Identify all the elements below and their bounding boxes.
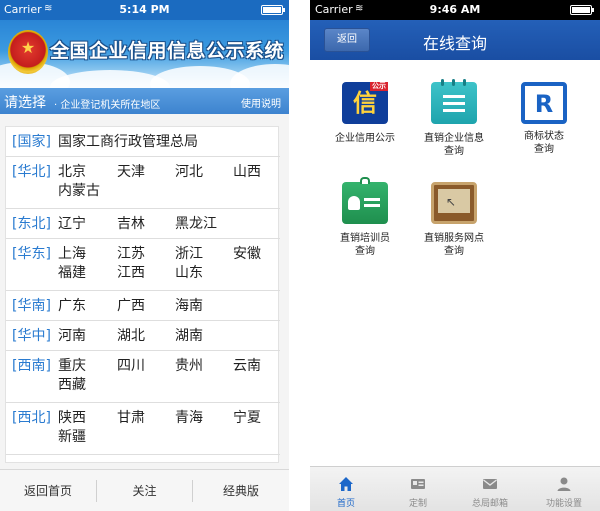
tab-bar: 首页 定制 总局邮箱 功能设置 bbox=[310, 466, 600, 511]
region-selector-header: 请选择 · 企业登记机关所在地区 使用说明 bbox=[0, 88, 289, 114]
province-link[interactable]: 贵州 bbox=[175, 355, 203, 375]
province-link[interactable]: 辽宁 bbox=[58, 213, 86, 233]
home-button[interactable]: 返回首页 bbox=[0, 470, 96, 511]
province-link[interactable]: 山西 bbox=[233, 161, 261, 181]
right-screen: Carrier ≋ 9:46 AM 返回 在线查询 信 公示 企业信用公示 直销… bbox=[310, 0, 600, 511]
query-grid: 信 公示 企业信用公示 直销企业信息 查询 R 商标状态 查询 直销培训员 查询… bbox=[310, 60, 600, 466]
screen-divider bbox=[289, 0, 310, 511]
province-link[interactable]: 重庆 bbox=[58, 355, 86, 375]
credit-icon: 信 公示 bbox=[342, 82, 388, 124]
status-bar: Carrier ≋ 5:14 PM bbox=[0, 0, 289, 20]
province-link[interactable]: 上海 bbox=[58, 243, 86, 263]
page-title: 在线查询 bbox=[422, 34, 487, 53]
item-label: 商标状态 查询 bbox=[524, 131, 564, 155]
region-row: [华北] 北京 天津 河北 山西内蒙古 bbox=[6, 157, 280, 209]
national-emblem-icon bbox=[8, 30, 48, 74]
province-link[interactable]: 江西 bbox=[117, 262, 145, 282]
trademark-status-button[interactable]: R 商标状态 查询 bbox=[498, 82, 590, 156]
region-row: [华东] 上海 江苏 浙江 安徽福建 江西 山东 bbox=[6, 239, 280, 291]
navigation-bar: 返回 在线查询 bbox=[310, 20, 600, 60]
province-link[interactable]: 天津 bbox=[117, 161, 145, 181]
custom-card-icon bbox=[411, 479, 425, 489]
province-link[interactable]: 广西 bbox=[117, 295, 145, 315]
help-link[interactable]: 使用说明 bbox=[241, 95, 281, 110]
item-label: 直销企业信息 查询 bbox=[424, 133, 484, 157]
province-link[interactable]: 甘肃 bbox=[117, 407, 145, 427]
direct-sales-outlet-button[interactable]: ↖ 直销服务网点 查询 bbox=[408, 182, 500, 258]
credit-tag: 公示 bbox=[370, 82, 388, 91]
province-link[interactable]: 湖南 bbox=[175, 325, 203, 345]
region-row: [西南] 重庆 四川 贵州 云南西藏 bbox=[6, 351, 280, 403]
item-label: 企业信用公示 bbox=[335, 133, 395, 144]
notebook-icon bbox=[431, 79, 477, 124]
province-link[interactable]: 西藏 bbox=[58, 374, 86, 394]
mail-icon bbox=[483, 479, 497, 489]
bottom-toolbar: 返回首页 关注 经典版 bbox=[0, 469, 289, 511]
province-link[interactable]: 海南 bbox=[175, 295, 203, 315]
province-link[interactable]: 吉林 bbox=[117, 213, 145, 233]
region-row: [华中] 河南 湖北 湖南 bbox=[6, 321, 280, 351]
province-link[interactable]: 广东 bbox=[58, 295, 86, 315]
region-label: [西南] bbox=[12, 358, 51, 374]
status-bar: Carrier ≋ 9:46 AM bbox=[310, 0, 600, 20]
province-link[interactable]: 河北 bbox=[175, 161, 203, 181]
province-link[interactable]: 浙江 bbox=[175, 243, 203, 263]
direct-sales-enterprise-button[interactable]: 直销企业信息 查询 bbox=[408, 79, 500, 158]
left-screen: Carrier ≋ 5:14 PM 全国企业信用信息公示系统 请选择 · 企业登… bbox=[0, 0, 289, 511]
classic-version-button[interactable]: 经典版 bbox=[193, 470, 289, 511]
region-row: [东北] 辽宁 吉林 黑龙江 bbox=[6, 209, 280, 239]
province-link[interactable]: 湖北 bbox=[117, 325, 145, 345]
choose-hint: · 企业登记机关所在地区 bbox=[54, 100, 161, 111]
registered-trademark-icon: R bbox=[521, 82, 567, 124]
item-label: 直销培训员 查询 bbox=[340, 233, 390, 257]
region-list: [国家] 国家工商行政管理总局 [华北] 北京 天津 河北 山西内蒙古 [东北] 辽宁 吉林 黑龙江… bbox=[5, 126, 280, 463]
province-link[interactable]: 国家工商行政管理总局 bbox=[58, 131, 198, 151]
province-link[interactable]: 福建 bbox=[58, 262, 86, 282]
region-row: [国家] 国家工商行政管理总局 bbox=[6, 127, 280, 157]
region-label: [华东] bbox=[12, 246, 51, 262]
clock: 5:14 PM bbox=[119, 3, 170, 16]
region-label: [东北] bbox=[12, 216, 51, 232]
province-link[interactable]: 宁夏 bbox=[233, 407, 261, 427]
province-link[interactable]: 江苏 bbox=[117, 243, 145, 263]
app-title: 全国企业信用信息公示系统 bbox=[50, 40, 285, 62]
province-link[interactable]: 内蒙古 bbox=[58, 180, 100, 200]
province-link[interactable]: 黑龙江 bbox=[175, 213, 217, 233]
home-icon bbox=[339, 477, 353, 491]
region-list-area: [国家] 国家工商行政管理总局 [华北] 北京 天津 河北 山西内蒙古 [东北] 辽宁 吉林 黑龙江… bbox=[0, 114, 289, 469]
province-link[interactable]: 山东 bbox=[175, 262, 203, 282]
follow-button[interactable]: 关注 bbox=[97, 470, 192, 511]
region-row: [西北] 陕西 甘肃 青海 宁夏新疆 bbox=[6, 403, 280, 455]
region-label: [西北] bbox=[12, 410, 51, 426]
region-label: [国家] bbox=[12, 134, 51, 150]
region-label: [华南] bbox=[12, 298, 51, 314]
choose-label: 请选择 bbox=[4, 95, 46, 111]
region-label: [华中] bbox=[12, 328, 51, 344]
id-badge-icon bbox=[342, 177, 388, 224]
app-banner: 全国企业信用信息公示系统 bbox=[0, 20, 289, 88]
clock: 9:46 AM bbox=[429, 3, 481, 16]
tab-mailbox[interactable]: 总局邮箱 bbox=[454, 467, 526, 511]
tab-settings[interactable]: 功能设置 bbox=[528, 467, 600, 511]
province-link[interactable]: 云南 bbox=[233, 355, 261, 375]
tab-home[interactable]: 首页 bbox=[310, 467, 382, 511]
province-link[interactable]: 河南 bbox=[58, 325, 86, 345]
direct-sales-trainer-button[interactable]: 直销培训员 查询 bbox=[319, 177, 411, 258]
user-settings-icon bbox=[557, 477, 571, 491]
province-link[interactable]: 青海 bbox=[175, 407, 203, 427]
region-label: [华北] bbox=[12, 164, 51, 180]
province-link[interactable]: 新疆 bbox=[58, 426, 86, 446]
board-icon: ↖ bbox=[431, 182, 477, 224]
province-link[interactable]: 安徽 bbox=[233, 243, 261, 263]
province-link[interactable]: 陕西 bbox=[58, 407, 86, 427]
province-link[interactable]: 北京 bbox=[58, 161, 86, 181]
enterprise-credit-button[interactable]: 信 公示 企业信用公示 bbox=[319, 82, 411, 145]
item-label: 直销服务网点 查询 bbox=[424, 233, 484, 257]
tab-custom[interactable]: 定制 bbox=[382, 467, 454, 511]
region-row: [华南] 广东 广西 海南 bbox=[6, 291, 280, 321]
province-link[interactable]: 四川 bbox=[117, 355, 145, 375]
battery-icon bbox=[261, 5, 285, 15]
battery-icon bbox=[570, 5, 594, 15]
